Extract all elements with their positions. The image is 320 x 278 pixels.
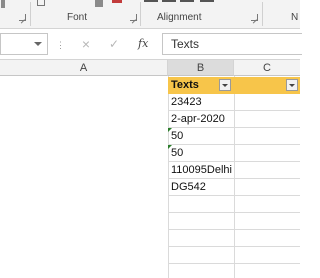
ribbon-clipped-controls — [0, 0, 300, 10]
error-indicator-icon[interactable] — [168, 128, 172, 132]
formula-bar-resize-handle[interactable]: ⋮ — [56, 40, 65, 51]
column-header-a[interactable]: A — [0, 60, 168, 76]
ribbon: Font Alignment N — [0, 0, 300, 29]
cell-value: 2-apr-2020 — [171, 113, 225, 125]
cell-value: 110095Delhi — [171, 164, 232, 176]
clipboard-dialog-launcher-icon[interactable] — [19, 14, 26, 21]
alignment-group-label: Alignment — [157, 12, 202, 23]
number-group-label: N — [291, 12, 299, 23]
table-header-label: Texts — [171, 79, 199, 91]
table-row[interactable]: 50 — [168, 145, 234, 162]
table-row[interactable]: 50 — [168, 128, 234, 145]
alignment-dialog-launcher-icon[interactable] — [251, 14, 258, 21]
cell-value: 50 — [171, 130, 184, 142]
gridline — [168, 212, 300, 213]
gridline — [168, 263, 300, 264]
formula-bar: ⋮ × ✓ fx Texts — [0, 29, 302, 60]
filter-dropdown-icon[interactable] — [219, 79, 231, 91]
ribbon-separator — [30, 2, 31, 26]
cell-value: 50 — [171, 147, 184, 159]
table-row[interactable]: 2-apr-2020 — [168, 111, 234, 128]
gridline — [234, 76, 235, 278]
gridline — [168, 229, 300, 230]
worksheet-grid[interactable]: A B C Texts 23423 2-apr-2020 50 50 11009… — [0, 60, 300, 278]
cell-value: 23423 — [171, 96, 202, 108]
gridline — [168, 246, 300, 247]
cancel-icon[interactable]: × — [78, 34, 94, 54]
table-row[interactable]: DG542 — [168, 179, 234, 196]
ribbon-separator — [140, 2, 141, 26]
font-group-label: Font — [67, 12, 88, 23]
table-row[interactable]: 23423 — [168, 94, 234, 111]
table-header-cell[interactable]: Texts — [168, 77, 234, 94]
ribbon-separator — [262, 2, 263, 26]
column-header-c[interactable]: C — [234, 60, 300, 76]
name-box[interactable] — [0, 33, 48, 55]
error-indicator-icon[interactable] — [168, 145, 172, 149]
filter-dropdown-icon[interactable] — [286, 79, 298, 91]
table-header-cell-c[interactable] — [234, 77, 300, 94]
enter-icon[interactable]: ✓ — [106, 34, 122, 54]
insert-function-button[interactable]: fx — [138, 34, 160, 54]
table-row[interactable]: 110095Delhi — [168, 162, 234, 179]
cell-value: DG542 — [171, 181, 206, 193]
font-dialog-launcher-icon[interactable] — [130, 14, 137, 21]
chevron-down-icon[interactable] — [34, 42, 42, 46]
formula-input[interactable]: Texts — [162, 33, 302, 55]
column-header-b[interactable]: B — [168, 60, 234, 76]
